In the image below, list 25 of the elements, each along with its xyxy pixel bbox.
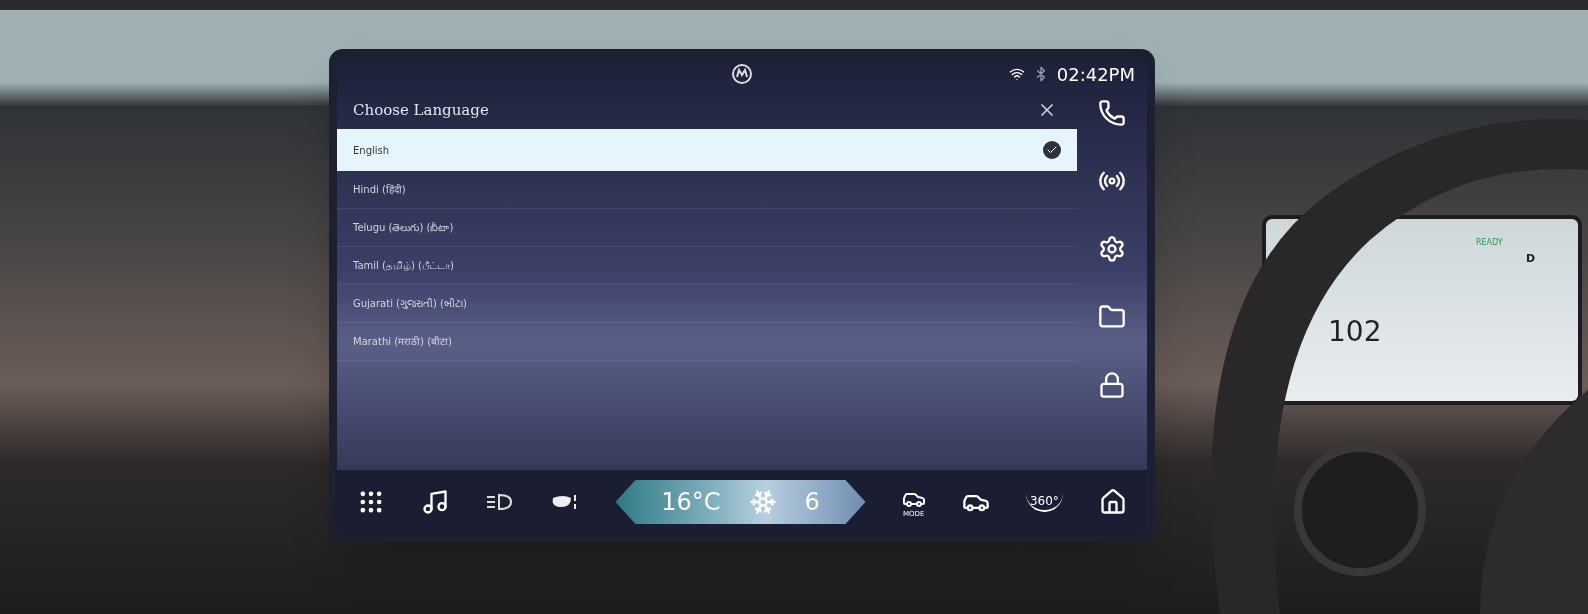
surround-view-button[interactable]: 360° [1025, 492, 1063, 512]
settings-icon[interactable] [1098, 235, 1126, 263]
clock-time: 02:42PM [1056, 62, 1135, 87]
home-icon[interactable] [1098, 488, 1127, 516]
language-option[interactable]: Marathi (मराठी) (बीटा) [337, 323, 1077, 361]
snowflake-icon [748, 488, 777, 516]
language-option[interactable]: English [337, 129, 1077, 171]
lock-icon[interactable] [1098, 371, 1126, 399]
temperature-reading: 16°C [661, 487, 721, 518]
phone-icon[interactable] [1098, 99, 1126, 127]
gear-indicator: D [1526, 251, 1536, 267]
check-icon [1043, 141, 1061, 159]
music-note-icon[interactable] [421, 488, 450, 516]
language-option[interactable]: Tamil (தமிழ்) (பீட்டா) [337, 247, 1077, 285]
language-option[interactable]: Gujarati (ગુજરાતી) (બીટા) [337, 285, 1077, 323]
brand-logo-icon [731, 63, 753, 85]
speed-reading: 102 [1328, 314, 1382, 350]
language-option[interactable]: Hindi (हिंदी) [337, 171, 1077, 209]
language-option[interactable]: Telugu (తెలుగు) (బీటా) [337, 209, 1077, 247]
wifi-icon [1008, 66, 1025, 82]
dialog-title: Choose Language [353, 99, 489, 121]
headlight-icon[interactable] [485, 492, 514, 512]
fan-speed-reading: 6 [804, 487, 820, 518]
folder-icon[interactable] [1098, 303, 1126, 331]
ready-indicator: READY [1476, 237, 1503, 249]
